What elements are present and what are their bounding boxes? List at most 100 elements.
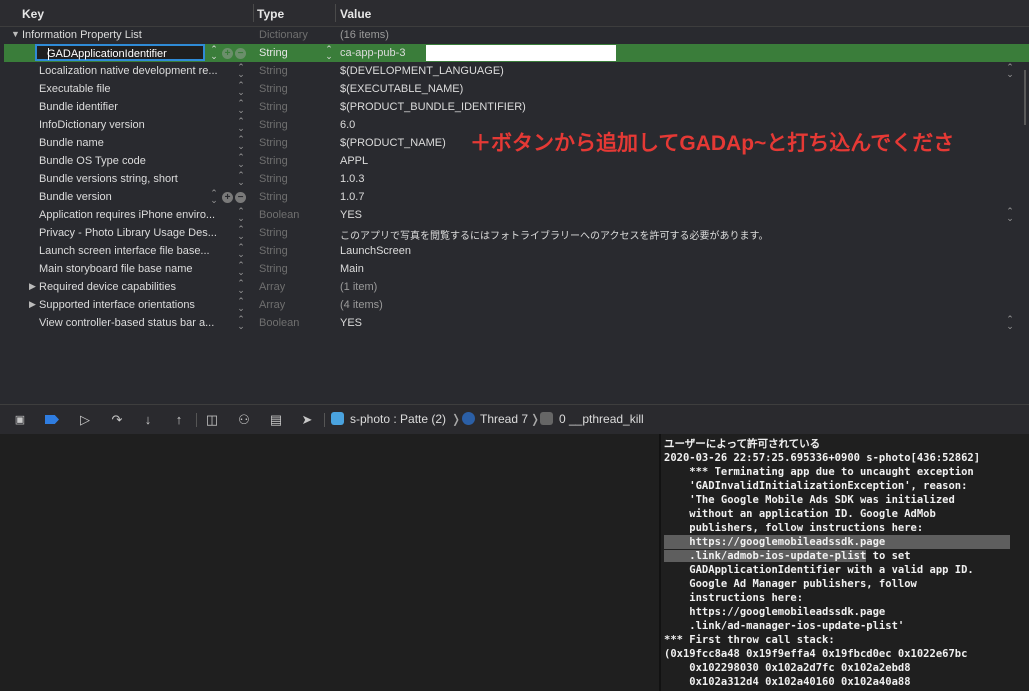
key-stepper-icon[interactable]: ⌃ ⌄ — [236, 171, 246, 187]
row-type[interactable]: String — [259, 101, 288, 113]
plist-row[interactable]: Main storyboard file base name ⌃ ⌄ String Ma… — [4, 260, 1029, 278]
console-output[interactable]: ユーザーによって許可されている 2020-03-26 22:57:25.69533… — [661, 434, 1029, 691]
step-into-icon[interactable]: ↓ — [139, 411, 157, 429]
environment-overrides-icon[interactable]: ▤ — [267, 411, 285, 429]
row-type[interactable]: String — [259, 65, 288, 77]
row-key[interactable]: Supported interface orientations — [39, 299, 231, 311]
simulate-location-icon[interactable]: ➤ — [298, 411, 316, 429]
row-type[interactable]: String — [259, 227, 288, 239]
add-row-icon[interactable]: + — [222, 48, 233, 59]
row-key[interactable]: Bundle version — [39, 191, 231, 203]
plist-row[interactable]: Application requires iPhone enviro... ⌃ ⌄ B… — [4, 206, 1029, 224]
row-key[interactable]: Localization native development re... — [39, 65, 231, 77]
value-popup-icon[interactable]: ⌃ ⌄ — [1005, 207, 1015, 223]
value-popup-icon[interactable]: ⌃ ⌄ — [1005, 315, 1015, 331]
remove-row-icon[interactable]: − — [235, 192, 246, 203]
row-value[interactable]: 1.0.7 — [340, 191, 364, 203]
row-type[interactable]: Boolean — [259, 317, 299, 329]
key-stepper-icon[interactable]: ⌃ ⌄ — [236, 81, 246, 97]
row-value[interactable]: $(DEVELOPMENT_LANGUAGE) — [340, 65, 504, 77]
disclosure-open-icon[interactable]: ▼ — [11, 29, 20, 39]
column-type-header[interactable]: Type — [257, 7, 284, 21]
variables-view[interactable] — [0, 434, 659, 691]
breadcrumb-thread[interactable]: Thread 7 — [480, 412, 528, 426]
row-type[interactable]: String — [259, 263, 288, 275]
key-stepper-icon[interactable]: ⌃ ⌄ — [209, 189, 219, 205]
plist-row-editing[interactable]: GADApplicationIdentifier ⌃ ⌄ + − String ⌃… — [4, 44, 1029, 62]
row-type[interactable]: String — [259, 245, 288, 257]
breadcrumb-frame[interactable]: 0 __pthread_kill — [559, 412, 644, 426]
plist-row[interactable]: Launch screen interface file base... ⌃ ⌄ St… — [4, 242, 1029, 260]
row-key[interactable]: Bundle identifier — [39, 101, 231, 113]
row-value[interactable]: Main — [340, 263, 364, 275]
add-row-icon[interactable]: + — [222, 192, 233, 203]
key-stepper-icon[interactable]: ⌃ ⌄ — [236, 63, 246, 79]
row-value[interactable]: (1 item) — [340, 281, 377, 293]
row-value[interactable]: APPL — [340, 155, 368, 167]
row-key[interactable]: Application requires iPhone enviro... — [39, 209, 231, 221]
row-key[interactable]: Launch screen interface file base... — [39, 245, 231, 257]
row-type[interactable]: Array — [259, 281, 285, 293]
row-type[interactable]: String — [259, 173, 288, 185]
type-stepper-icon[interactable]: ⌃ ⌄ — [324, 45, 334, 61]
step-over-icon[interactable]: ↷ — [108, 411, 126, 429]
row-key[interactable]: Executable file — [39, 83, 231, 95]
row-key[interactable]: View controller-based status bar a... — [39, 317, 231, 329]
row-type[interactable]: String — [259, 119, 288, 131]
plist-row[interactable]: View controller-based status bar a... ⌃ ⌄ B… — [4, 314, 1029, 332]
row-value[interactable]: 1.0.3 — [340, 173, 364, 185]
key-stepper-icon[interactable]: ⌃ ⌄ — [236, 117, 246, 133]
row-type[interactable]: String — [259, 155, 288, 167]
key-stepper-icon[interactable]: ⌃ ⌄ — [236, 243, 246, 259]
plist-row[interactable]: ▶ Supported interface orientations ⌃ ⌄ Array… — [4, 296, 1029, 314]
plist-row[interactable]: Bundle identifier ⌃ ⌄ String $(PRODUCT_BUNDL… — [4, 98, 1029, 116]
hide-debug-area-icon[interactable]: ▣ — [11, 411, 29, 429]
key-stepper-icon[interactable]: ⌃ ⌄ — [236, 225, 246, 241]
plist-row[interactable]: Localization native development re... ⌃ ⌄ S… — [4, 62, 1029, 80]
plist-row[interactable]: Bundle version ⌃ ⌄ + − String 1.0.7 — [4, 188, 1029, 206]
row-value[interactable]: このアプリで写真を閲覧するにはフォトライブラリーへのアクセスを許可する必要があり… — [340, 227, 769, 242]
row-key[interactable]: Bundle OS Type code — [39, 155, 231, 167]
row-key[interactable]: Main storyboard file base name — [39, 263, 231, 275]
row-key[interactable]: Privacy - Photo Library Usage Des... — [39, 227, 231, 239]
row-key[interactable]: Bundle name — [39, 137, 231, 149]
row-value[interactable]: YES — [340, 209, 362, 221]
view-hierarchy-icon[interactable]: ◫ — [203, 411, 221, 429]
row-key[interactable]: Bundle versions string, short — [39, 173, 231, 185]
row-value[interactable]: (4 items) — [340, 299, 383, 311]
row-type[interactable]: Array — [259, 299, 285, 311]
row-type[interactable]: Boolean — [259, 209, 299, 221]
plist-row[interactable]: Privacy - Photo Library Usage Des... ⌃ ⌄ St… — [4, 224, 1029, 243]
key-stepper-icon[interactable]: ⌃ ⌄ — [236, 153, 246, 169]
step-out-icon[interactable]: ↑ — [170, 411, 188, 429]
key-stepper-icon[interactable]: ⌃ ⌄ — [236, 279, 246, 295]
disclosure-closed-icon[interactable]: ▶ — [29, 281, 36, 292]
memory-graph-icon[interactable]: ⚇ — [235, 411, 253, 429]
remove-row-icon[interactable]: − — [235, 48, 246, 59]
breakpoints-toggle-icon[interactable] — [43, 411, 61, 429]
plist-row[interactable]: Bundle versions string, short ⌃ ⌄ String 1.0… — [4, 170, 1029, 188]
plist-row[interactable]: ▶ Required device capabilities ⌃ ⌄ Array (1 i… — [4, 278, 1029, 296]
row-value[interactable]: $(PRODUCT_BUNDLE_IDENTIFIER) — [340, 101, 526, 113]
key-stepper-icon[interactable]: ⌃ ⌄ — [236, 261, 246, 277]
disclosure-closed-icon[interactable]: ▶ — [29, 299, 36, 310]
row-key[interactable]: InfoDictionary version — [39, 119, 231, 131]
scrollbar[interactable] — [1024, 70, 1026, 125]
row-value[interactable]: LaunchScreen — [340, 245, 411, 257]
plist-root-row[interactable]: ▼ Information Property List Dictionary (… — [4, 26, 1029, 44]
row-type[interactable]: String — [259, 83, 288, 95]
value-popup-icon[interactable]: ⌃ ⌄ — [1005, 63, 1015, 79]
key-stepper-icon[interactable]: ⌃ ⌄ — [209, 45, 219, 61]
row-type[interactable]: String — [259, 137, 288, 149]
plist-row[interactable]: Executable file ⌃ ⌄ String $(EXECUTABLE_NAME… — [4, 80, 1029, 98]
continue-icon[interactable]: ▷ — [76, 411, 94, 429]
key-edit-field[interactable]: GADApplicationIdentifier — [35, 44, 205, 61]
key-stepper-icon[interactable]: ⌃ ⌄ — [236, 135, 246, 151]
key-stepper-icon[interactable]: ⌃ ⌄ — [236, 315, 246, 331]
row-type[interactable]: String — [259, 191, 288, 203]
row-value[interactable]: 6.0 — [340, 119, 355, 131]
key-stepper-icon[interactable]: ⌃ ⌄ — [236, 207, 246, 223]
key-stepper-icon[interactable]: ⌃ ⌄ — [236, 99, 246, 115]
row-value[interactable]: $(EXECUTABLE_NAME) — [340, 83, 463, 95]
column-value-header[interactable]: Value — [340, 7, 371, 21]
